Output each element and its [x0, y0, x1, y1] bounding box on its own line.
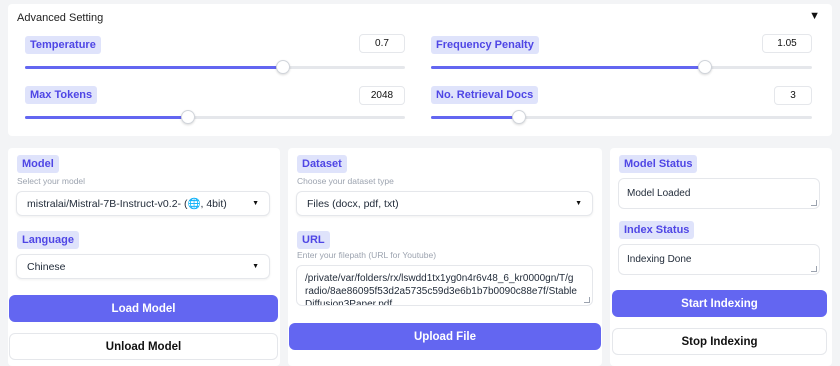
- retrieval-docs-slider-handle[interactable]: [511, 110, 526, 124]
- frequency-penalty-slider-fill: [431, 66, 706, 69]
- temperature-label: Temperature: [25, 36, 101, 54]
- url-textarea[interactable]: /private/var/folders/rx/lswdd1tx1yg0n4r6…: [296, 265, 593, 306]
- frequency-penalty-slider-handle[interactable]: [698, 60, 713, 74]
- load-model-button[interactable]: Load Model: [9, 295, 278, 322]
- dataset-panel: Dataset Choose your dataset type Files (…: [288, 148, 602, 366]
- resize-handle-icon[interactable]: [811, 200, 817, 206]
- frequency-penalty-input[interactable]: 1.05: [762, 34, 812, 53]
- status-panel: Model Status Model Loaded Index Status I…: [610, 148, 832, 366]
- temperature-input[interactable]: 0.7: [359, 34, 405, 53]
- model-label: Model: [17, 155, 59, 173]
- model-subtitle: Select your model: [17, 176, 86, 186]
- stop-indexing-button[interactable]: Stop Indexing: [612, 328, 827, 355]
- unload-model-button[interactable]: Unload Model: [9, 333, 278, 360]
- url-text-line: Diffusion3Paper.pdf: [305, 299, 393, 306]
- resize-handle-icon[interactable]: [584, 297, 590, 303]
- model-status-field[interactable]: Model Loaded: [618, 178, 820, 209]
- chevron-down-icon: ▼: [252, 200, 259, 207]
- retrieval-docs-input[interactable]: 3: [774, 86, 812, 105]
- temperature-slider-handle[interactable]: [276, 60, 291, 74]
- upload-file-button[interactable]: Upload File: [289, 323, 601, 350]
- retrieval-docs-slider[interactable]: [431, 110, 812, 124]
- start-indexing-button[interactable]: Start Indexing: [612, 290, 827, 317]
- url-text-line: radio/8ae86095f53d2a5735c59d3e6b1b7b0090…: [305, 286, 577, 297]
- index-status-value: Indexing Done: [627, 254, 692, 265]
- model-select[interactable]: mistralai/Mistral-7B-Instruct-v0.2- (🌐, …: [16, 191, 270, 216]
- url-subtitle: Enter your filepath (URL for Youtube): [297, 250, 437, 260]
- retrieval-docs-slider-fill: [431, 116, 519, 119]
- max-tokens-slider[interactable]: [25, 110, 405, 124]
- collapse-toggle-icon[interactable]: ▼: [809, 10, 820, 22]
- max-tokens-slider-handle[interactable]: [181, 110, 196, 124]
- dataset-subtitle: Choose your dataset type: [297, 176, 394, 186]
- dataset-select[interactable]: Files (docx, pdf, txt) ▼: [296, 191, 593, 216]
- language-select-value: Chinese: [27, 260, 66, 273]
- language-label: Language: [17, 231, 79, 249]
- frequency-penalty-label: Frequency Penalty: [431, 36, 539, 54]
- chevron-down-icon: ▼: [575, 200, 582, 207]
- model-status-label: Model Status: [619, 155, 698, 173]
- index-status-label: Index Status: [619, 221, 695, 239]
- url-label: URL: [297, 231, 330, 249]
- index-status-field[interactable]: Indexing Done: [618, 244, 820, 275]
- model-panel: Model Select your model mistralai/Mistra…: [8, 148, 280, 366]
- advanced-settings-title[interactable]: Advanced Setting: [17, 12, 103, 24]
- advanced-settings-panel: Advanced Setting ▼ Temperature 0.7 Frequ…: [8, 4, 832, 136]
- retrieval-docs-label: No. Retrieval Docs: [431, 86, 539, 104]
- frequency-penalty-slider[interactable]: [431, 60, 812, 74]
- temperature-slider-fill: [25, 66, 284, 69]
- temperature-slider[interactable]: [25, 60, 405, 74]
- dataset-label: Dataset: [297, 155, 347, 173]
- dataset-select-value: Files (docx, pdf, txt): [307, 197, 399, 210]
- url-text-line: /private/var/folders/rx/lswdd1tx1yg0n4r6…: [305, 273, 574, 284]
- language-select[interactable]: Chinese ▼: [16, 254, 270, 279]
- max-tokens-slider-fill: [25, 116, 189, 119]
- model-select-value: mistralai/Mistral-7B-Instruct-v0.2- (🌐, …: [27, 198, 227, 210]
- max-tokens-input[interactable]: 2048: [359, 86, 405, 105]
- resize-handle-icon[interactable]: [811, 266, 817, 272]
- max-tokens-label: Max Tokens: [25, 86, 98, 104]
- model-status-value: Model Loaded: [627, 188, 691, 199]
- chevron-down-icon: ▼: [252, 263, 259, 270]
